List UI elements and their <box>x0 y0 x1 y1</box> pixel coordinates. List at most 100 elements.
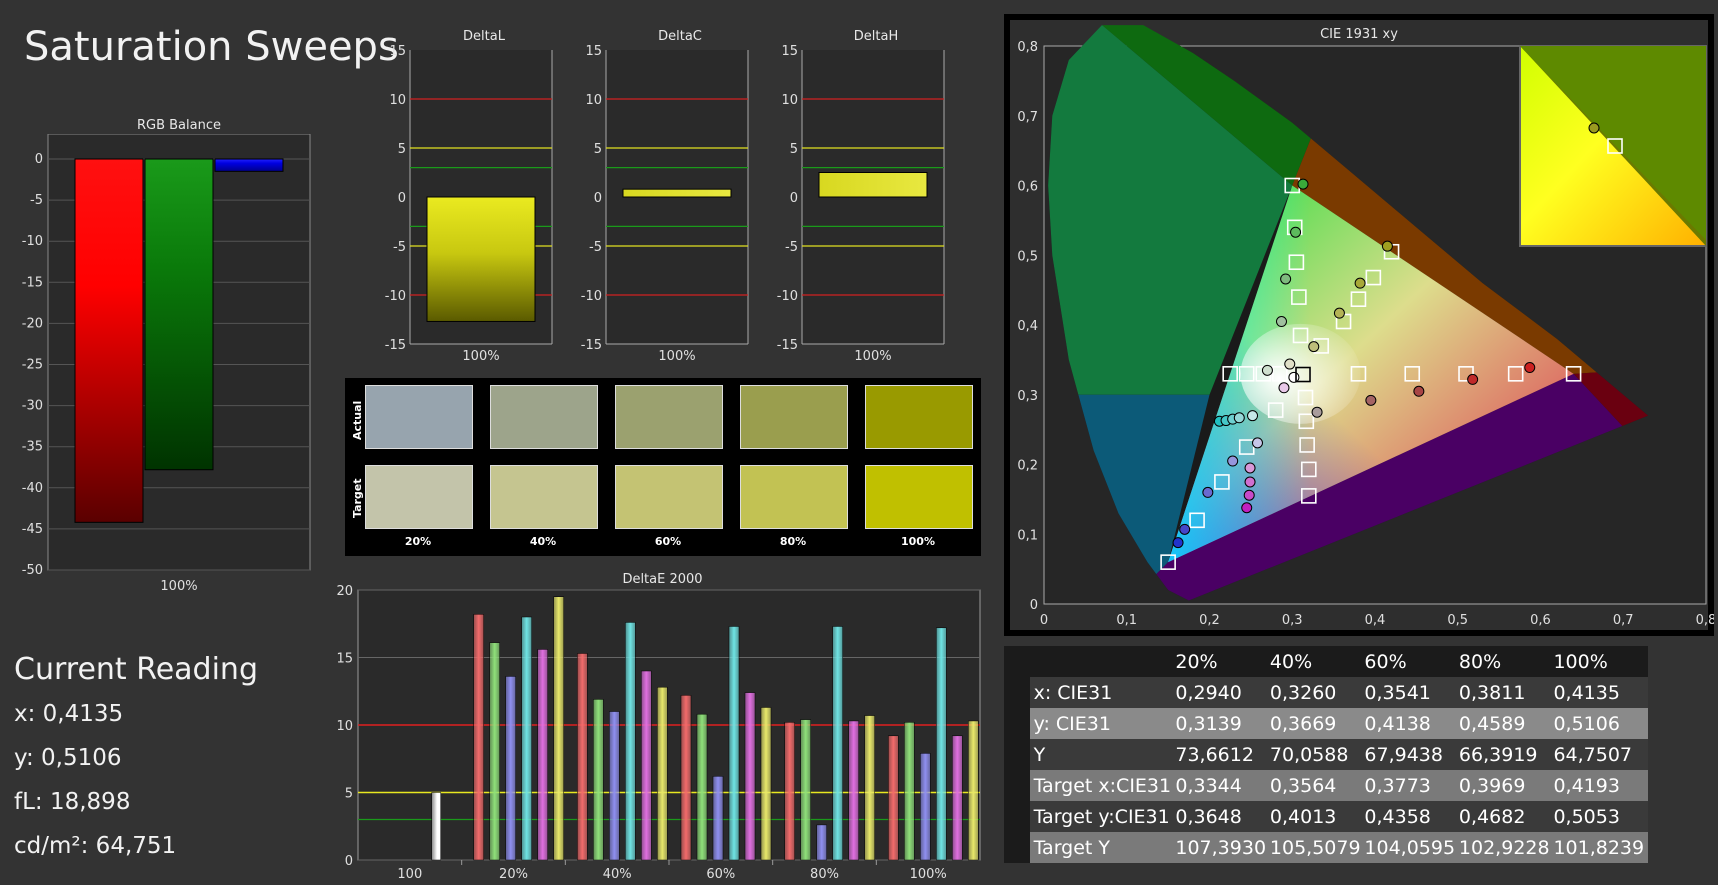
swatch-row-label-target: Target <box>351 478 364 518</box>
deltae-bar <box>760 707 772 861</box>
rgb-y-tick: -40 <box>22 481 43 496</box>
swatch-panel: Actual Target 20% 40% 60% 80% 100% <box>345 378 981 556</box>
cie-y-tick: 0,5 <box>1017 249 1038 264</box>
table-row-marker <box>1004 801 1030 832</box>
cie-chart: CIE 1931 xy 0 0,1 0,2 0,3 0,4 0,5 0,6 0,7 0,8 0 0,1… <box>1010 20 1714 630</box>
deltae-bar <box>864 715 875 861</box>
rgb-y-tick: -50 <box>22 563 43 578</box>
delta-chart-deltal: 15 10 5 0 -5 -10 -15 100% <box>385 44 553 364</box>
delta-y-tick: 0 <box>594 191 602 206</box>
table-row-marker <box>1004 708 1030 739</box>
swatch-target-4 <box>740 465 848 529</box>
table-cell: 105,5079 <box>1269 836 1361 859</box>
deltac-title: DeltaC <box>658 29 702 44</box>
deltae-chart: 20 15 10 5 0 100 20% 40% 60% 80% 100% <box>336 584 981 882</box>
delta-y-tick: 10 <box>389 93 406 108</box>
cie-y-tick: 0,3 <box>1017 389 1038 404</box>
table-row: x: CIE31 0,2940 0,3260 0,3541 0,3811 0,4135 <box>1004 677 1648 708</box>
deltae-y-tick: 20 <box>336 584 353 599</box>
deltae-x-label: 100% <box>910 867 947 882</box>
deltae-bar <box>968 720 979 861</box>
deltae-bar <box>537 649 548 861</box>
cie-measured-point <box>1251 437 1263 449</box>
table-cell: 0,3564 <box>1269 774 1337 797</box>
table-cell: 0,3344 <box>1175 774 1242 797</box>
cie-measured-point <box>1278 382 1290 394</box>
deltae-bar <box>952 735 963 861</box>
delta-y-tick: 5 <box>790 142 798 157</box>
table-row: Y 73,6612 70,0588 67,9438 66,3919 64,7507 <box>1004 739 1648 770</box>
rgb-y-tick: -35 <box>22 440 43 455</box>
table-cell: 0,3773 <box>1364 774 1431 797</box>
delta-y-tick: -10 <box>777 289 798 304</box>
deltae-bar <box>832 626 843 861</box>
swatch-label: 60% <box>654 535 682 548</box>
table-row-label: x: CIE31 <box>1033 681 1113 704</box>
table-row-marker <box>1004 739 1030 770</box>
table-cell: 70,0588 <box>1269 743 1349 766</box>
swatch-label: 20% <box>404 535 432 548</box>
table-cell: 101,8239 <box>1553 836 1645 859</box>
cie-measured-point <box>1179 523 1191 535</box>
deltae-bar <box>800 719 811 861</box>
cie-x-tick: 0,4 <box>1365 613 1386 628</box>
deltae-y-tick: 0 <box>345 854 353 869</box>
cie-y-tick: 0,1 <box>1017 528 1038 543</box>
deltae-x-label: 80% <box>810 867 839 882</box>
deltae-x-label: 100 <box>397 867 422 882</box>
deltae-bar <box>577 653 588 861</box>
deltae-bar <box>593 699 604 861</box>
table-cell: 0,4589 <box>1458 712 1526 735</box>
delta-x-label: 100% <box>658 349 695 364</box>
cie-x-tick: 0,2 <box>1199 613 1220 628</box>
cie-zoom-inset <box>1519 45 1707 247</box>
table-header-cell: 20% <box>1175 650 1218 673</box>
table-cell: 0,2940 <box>1175 681 1242 704</box>
deltae-bar <box>521 616 532 861</box>
deltae-bar <box>696 713 708 861</box>
table-row-label: y: CIE31 <box>1033 712 1111 735</box>
delta-y-tick: 5 <box>594 142 602 157</box>
table-row-label: Target Y <box>1033 836 1111 859</box>
deltae-bar <box>744 692 756 861</box>
rgb-bar-red <box>74 158 144 523</box>
reading-y: y: 0,5106 <box>14 745 122 771</box>
swatch-label: 40% <box>529 535 557 548</box>
cie-measured-point <box>1261 364 1273 376</box>
delta-y-tick: 15 <box>389 44 406 59</box>
cie-panel: CIE 1931 xy 0 0,1 0,2 0,3 0,4 0,5 0,6 0,7 0,8 0 0,1… <box>1004 14 1714 636</box>
cie-measured-point <box>1241 502 1253 514</box>
cie-measured-point <box>1243 489 1255 501</box>
cie-measured-point <box>1247 410 1259 422</box>
delta-y-tick: -15 <box>777 338 798 353</box>
deltae-x-label: 20% <box>499 867 528 882</box>
table-cell: 104,0595 <box>1364 836 1456 859</box>
rgb-balance-chart: 0 -5 -10 -15 -20 -25 -30 -35 -40 -45 -50 100% <box>22 134 311 594</box>
cie-measured-point <box>1244 476 1256 488</box>
delta-bar <box>818 172 928 198</box>
deltae-y-tick: 10 <box>336 719 353 734</box>
swatch-actual-4 <box>740 385 848 449</box>
rgb-y-tick: -30 <box>22 399 43 414</box>
swatch-actual-1 <box>365 385 473 449</box>
delta-y-tick: -10 <box>385 289 406 304</box>
rgb-y-tick: -15 <box>22 275 43 290</box>
rgb-y-tick: -45 <box>22 522 43 537</box>
delta-y-tick: -5 <box>589 240 602 255</box>
cie-measured-point <box>1280 273 1292 285</box>
cie-x-tick: 0,8 <box>1696 613 1714 628</box>
deltah-title: DeltaH <box>853 29 899 44</box>
cie-measured-point <box>1524 362 1536 374</box>
table-row-marker <box>1004 677 1030 708</box>
table-cell: 66,3919 <box>1458 743 1538 766</box>
swatch-actual-2 <box>490 385 598 449</box>
cie-measured-point <box>1333 307 1345 319</box>
rgb-y-tick: -25 <box>22 358 43 373</box>
rgb-balance-title: RGB Balance <box>136 118 221 133</box>
cie-measured-point <box>1467 373 1479 385</box>
table-row: Target x:CIE31 0,3344 0,3564 0,3773 0,3969 0,… <box>1004 770 1648 801</box>
table-cell: 0,5053 <box>1553 805 1620 828</box>
swatch-label: 100% <box>901 535 935 548</box>
swatch-row-label-actual: Actual <box>351 400 364 440</box>
current-reading: Current Reading x: 0,4135 y: 0,5106 fL: … <box>14 652 258 877</box>
